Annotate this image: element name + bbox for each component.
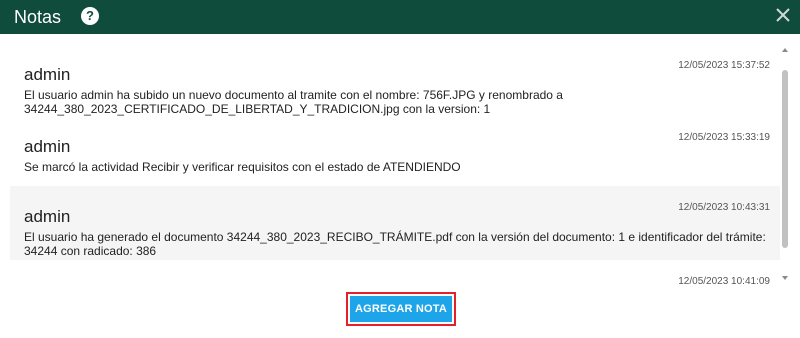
note-text: El usuario admin ha subido un nuevo docu… [24, 88, 563, 116]
note-item: 12/05/2023 15:37:52 admin El usuario adm… [10, 44, 780, 116]
help-circle-icon[interactable]: ? [81, 7, 99, 25]
scroll-down-arrow-icon[interactable] [782, 276, 788, 280]
notes-scrollbar[interactable] [781, 44, 789, 284]
scroll-up-arrow-icon[interactable] [782, 48, 788, 52]
note-author: admin [24, 137, 71, 156]
close-icon-svg [776, 8, 790, 22]
note-item: 12/05/2023 10:43:31 admin El usuario ha … [10, 186, 780, 260]
note-author: admin [24, 207, 71, 226]
note-author: admin [24, 272, 766, 284]
note-author: admin [24, 65, 71, 84]
add-note-button[interactable]: AGREGAR NOTA [350, 296, 452, 322]
notes-list: 12/05/2023 15:37:52 admin El usuario adm… [10, 44, 780, 284]
note-date: 12/05/2023 10:43:31 [678, 202, 770, 213]
note-date: 12/05/2023 15:37:52 [678, 60, 770, 71]
scrollbar-thumb[interactable] [782, 70, 788, 248]
note-date: 12/05/2023 15:33:19 [678, 132, 770, 143]
note-item: 12/05/2023 10:41:09 admin [10, 260, 780, 284]
add-note-highlight: AGREGAR NOTA [346, 292, 456, 326]
dialog-title: Notas [14, 7, 62, 27]
note-text: Se marcó la actividad Recibir y verifica… [24, 160, 461, 174]
dialog-header: Notas ? [0, 0, 800, 34]
note-item: 12/05/2023 15:33:19 admin Se marcó la ac… [10, 116, 780, 186]
note-text: El usuario ha generado el documento 3424… [24, 230, 766, 258]
note-date: 12/05/2023 10:41:09 [678, 276, 770, 284]
close-icon[interactable] [774, 6, 792, 24]
